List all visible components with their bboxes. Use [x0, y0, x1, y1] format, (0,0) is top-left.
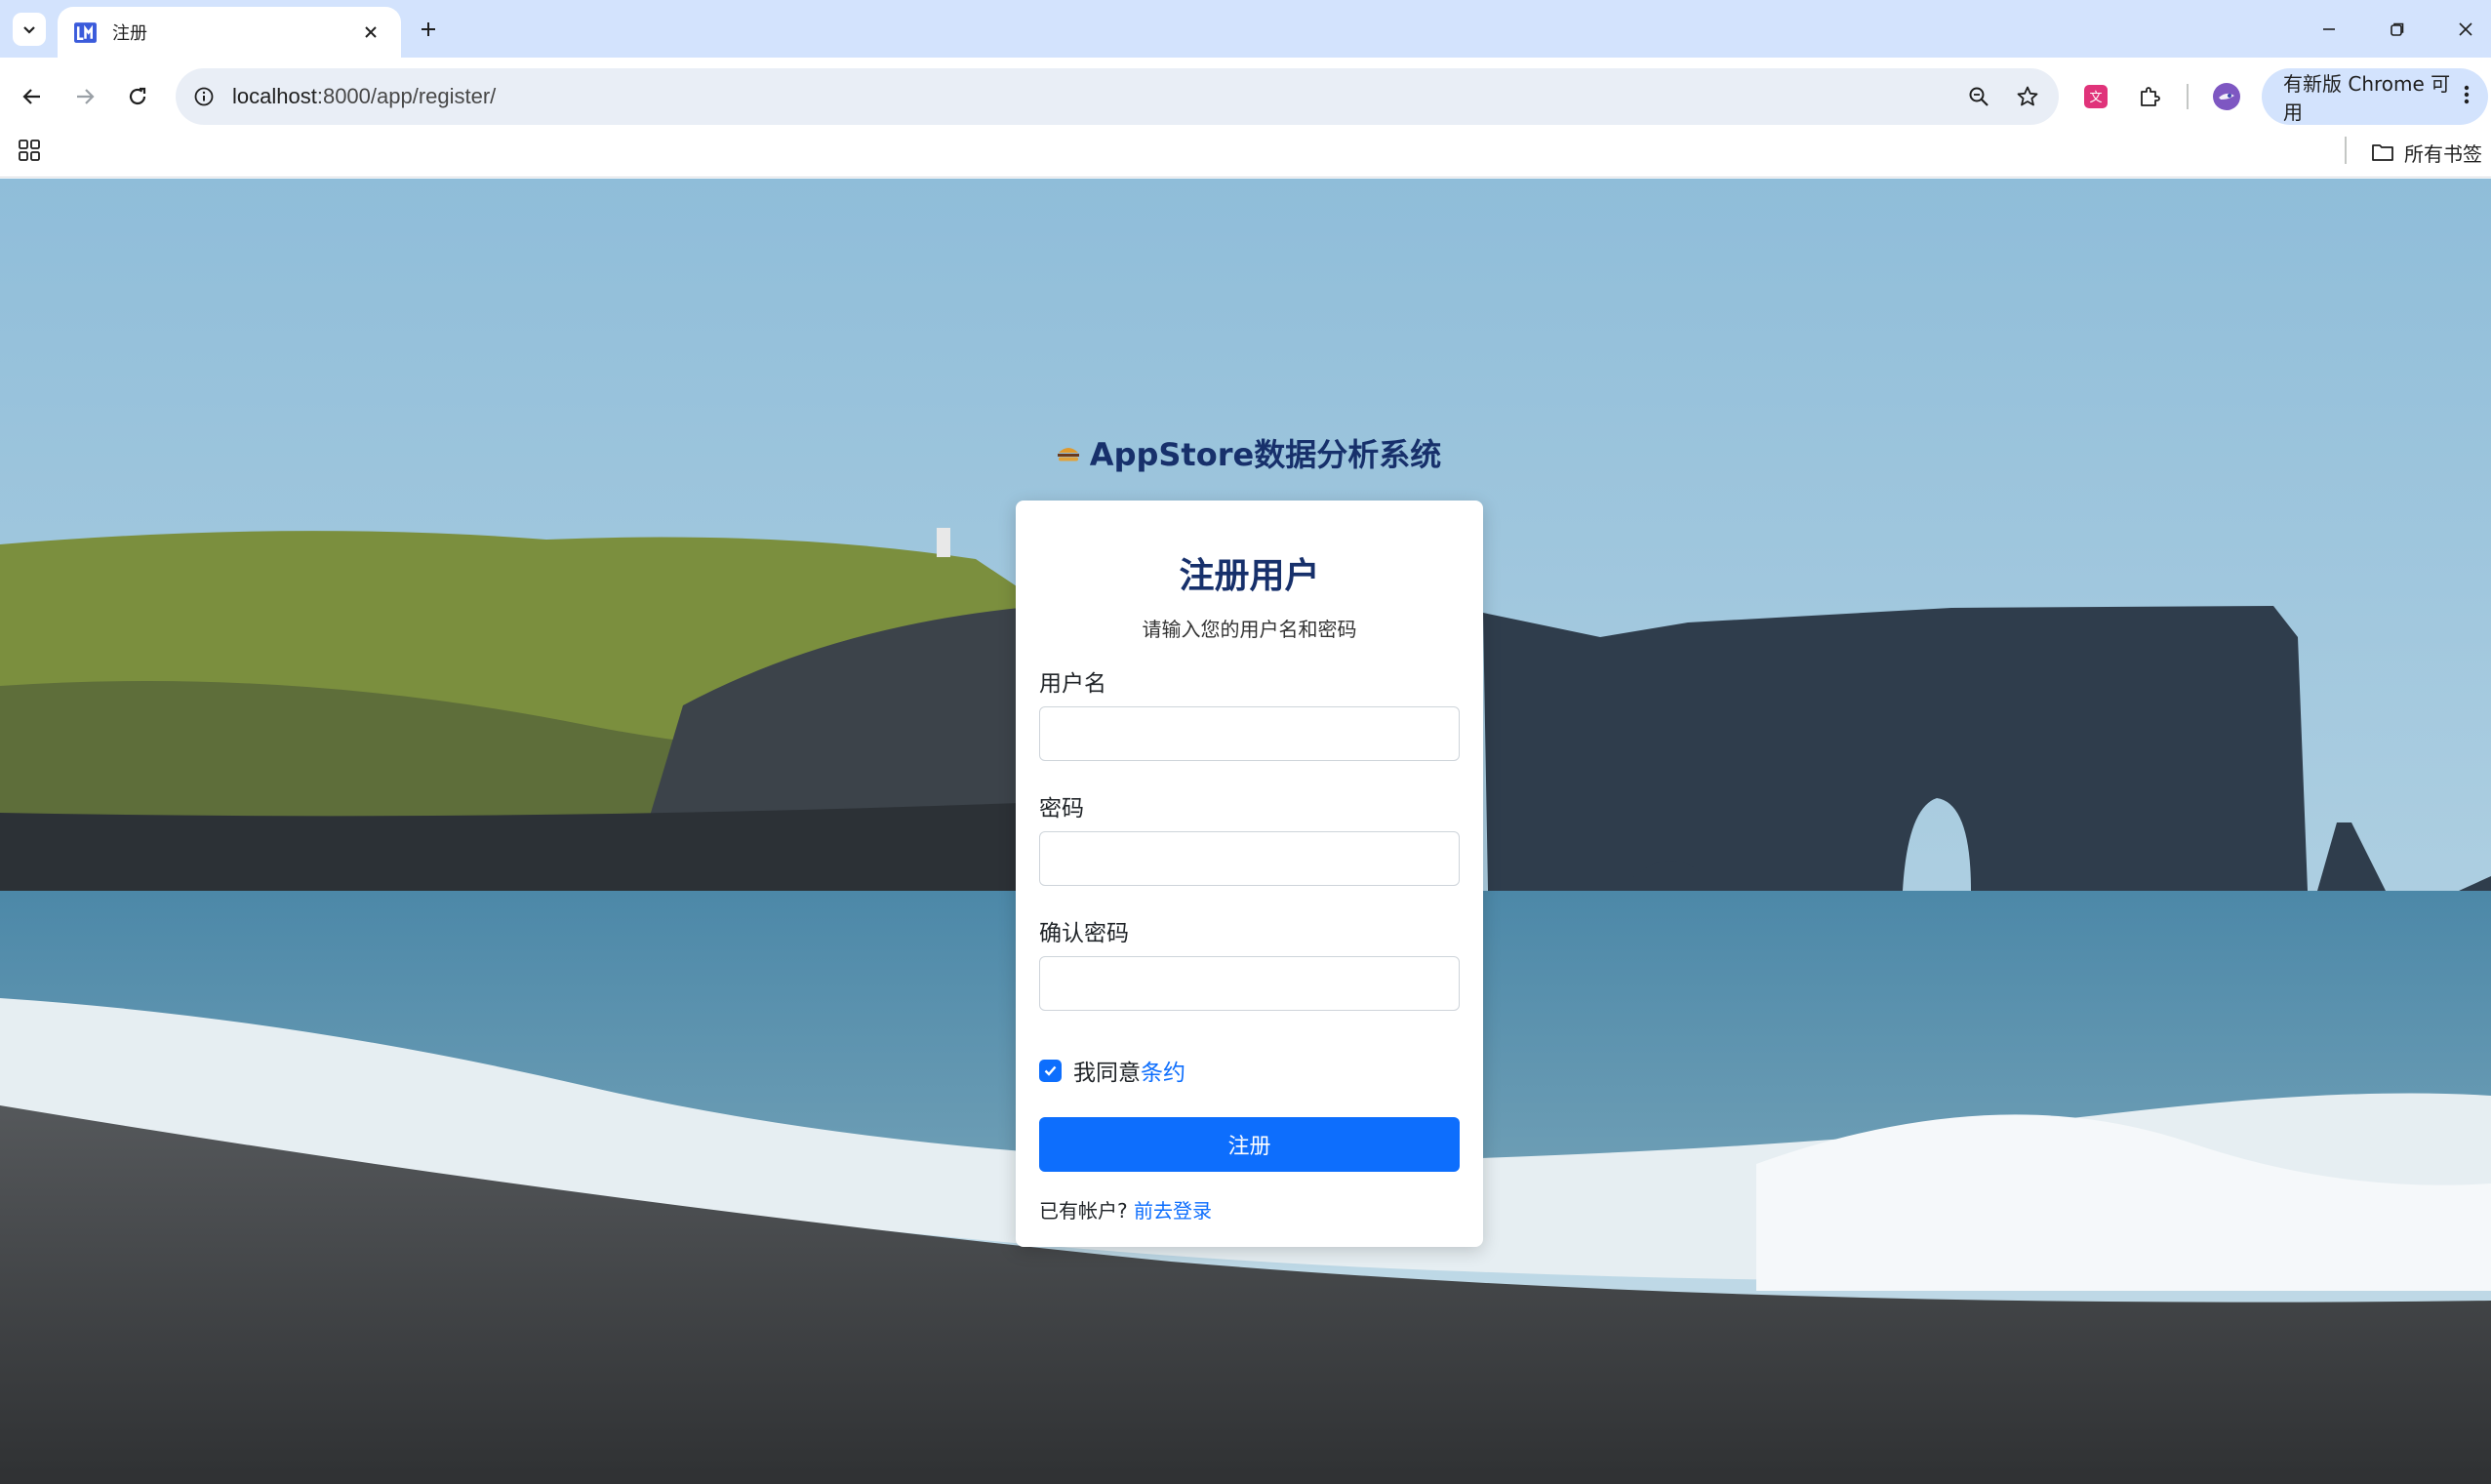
svg-text:文: 文 [2089, 91, 2102, 105]
more-menu-icon[interactable] [2454, 84, 2480, 110]
profile-avatar-icon[interactable] [2204, 74, 2249, 119]
chrome-update-chip[interactable]: 有新版 Chrome 可用 [2262, 68, 2488, 125]
forward-button[interactable] [62, 74, 107, 119]
all-bookmarks-label: 所有书签 [2404, 141, 2482, 166]
toolbar-divider [2187, 84, 2189, 109]
back-button[interactable] [10, 74, 55, 119]
bookmarks-bar: 所有书签 [0, 127, 2491, 178]
register-button[interactable]: 注册 [1039, 1117, 1460, 1172]
terms-link[interactable]: 条约 [1141, 1054, 1185, 1087]
reload-button[interactable] [115, 74, 160, 119]
apps-grid-icon[interactable] [16, 137, 43, 164]
url-path: :8000/app/register/ [316, 84, 497, 108]
register-card: 注册用户 请输入您的用户名和密码 用户名 密码 确认密码 我同意 条约 注册 已有… [1016, 501, 1483, 1247]
active-tab[interactable]: 注册 [58, 7, 401, 58]
form-title: 注册用户 [1179, 556, 1320, 596]
update-chip-label: 有新版 Chrome 可用 [2283, 72, 2451, 124]
close-icon [2459, 21, 2472, 36]
tab-close-icon[interactable] [356, 18, 385, 47]
checkmark-icon [1044, 1065, 1057, 1076]
restore-icon [2391, 22, 2404, 36]
password-input[interactable] [1039, 831, 1460, 886]
agree-checkbox[interactable] [1039, 1059, 1062, 1082]
username-label: 用户名 [1039, 671, 1106, 697]
reload-icon [129, 87, 146, 105]
login-prefix: 已有帐户? [1039, 1199, 1128, 1223]
agree-label: 我同意 [1073, 1061, 1141, 1086]
folder-icon [2372, 144, 2393, 161]
all-bookmarks-button[interactable]: 所有书签 [2371, 133, 2482, 172]
username-input[interactable] [1039, 706, 1460, 761]
tab-title: 注册 [112, 23, 147, 44]
arrow-left-icon [22, 89, 40, 104]
login-link[interactable]: 前去登录 [1134, 1199, 1212, 1223]
chevron-down-icon [23, 26, 35, 34]
brand-title: AppStore数据分析系统 [1089, 436, 1442, 473]
form-subtitle: 请输入您的用户名和密码 [1142, 618, 1357, 641]
url-host: localhost [232, 84, 317, 108]
plus-icon [422, 22, 435, 36]
translate-extension-icon[interactable]: 文 [2073, 74, 2118, 119]
extensions-puzzle-icon[interactable] [2127, 74, 2172, 119]
tab-strip: 注册 [0, 0, 2491, 58]
page-viewport: AppStore数据分析系统 注册用户 请输入您的用户名和密码 用户名 密码 确… [0, 179, 2491, 1484]
bookmark-star-icon[interactable] [2004, 73, 2051, 120]
restore-button[interactable] [2363, 0, 2431, 58]
minimize-icon [2323, 27, 2335, 30]
bookmarks-divider [2345, 137, 2347, 164]
address-bar[interactable]: localhost:8000/app/register/ [176, 68, 2059, 125]
arrow-right-icon [77, 89, 95, 104]
site-favicon-icon [74, 21, 97, 43]
app-brand: AppStore数据分析系统 [0, 430, 2491, 475]
password-label: 密码 [1039, 796, 1084, 822]
close-window-button[interactable] [2431, 0, 2491, 58]
minimize-button[interactable] [2295, 0, 2363, 58]
zoom-icon[interactable] [1955, 73, 2002, 120]
login-prompt: 已有帐户? 前去登录 [1039, 1195, 1212, 1223]
browser-toolbar: localhost:8000/app/register/ 文 有新版 Chrom… [0, 58, 2491, 184]
site-info-icon[interactable] [176, 68, 232, 125]
burger-logo-icon [1057, 448, 1079, 461]
tab-search-button[interactable] [13, 13, 46, 46]
agree-row: 我同意 条约 [1039, 1054, 1185, 1087]
confirm-password-label: 确认密码 [1039, 921, 1129, 946]
confirm-password-input[interactable] [1039, 956, 1460, 1011]
new-tab-button[interactable] [412, 13, 445, 46]
url-text[interactable]: localhost:8000/app/register/ [232, 84, 1955, 109]
